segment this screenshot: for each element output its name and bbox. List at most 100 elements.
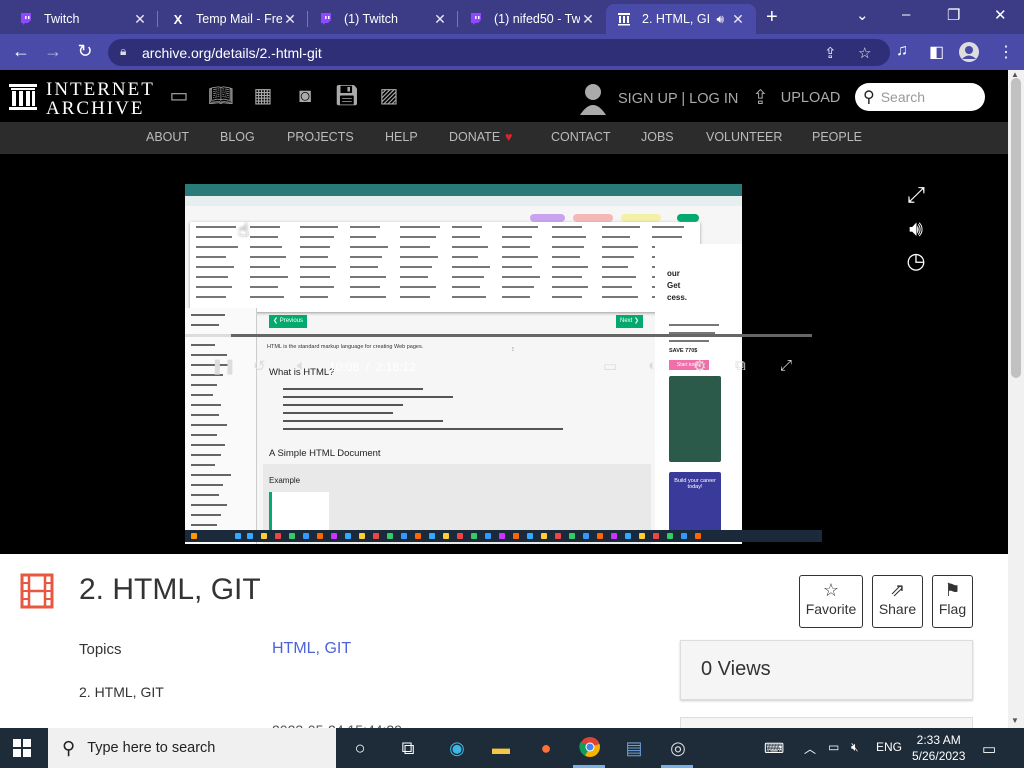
tab-temp-mail[interactable]: X Temp Mail - Fre ✕ xyxy=(160,4,308,34)
firefox-icon[interactable]: ● xyxy=(533,736,559,760)
star-icon: ☆ xyxy=(822,580,840,600)
topics-label: Topics xyxy=(79,641,122,658)
clock-icon[interactable]: ◷ xyxy=(903,248,929,274)
forward-button[interactable]: → xyxy=(42,41,64,62)
nav-volunteer[interactable]: VOLUNTEER xyxy=(706,130,782,144)
share-button[interactable]: ⇗ Share xyxy=(872,575,923,628)
pip-icon[interactable]: ⧉ xyxy=(735,357,746,374)
nav-blog[interactable]: BLOG xyxy=(220,130,255,144)
tab-search-icon[interactable]: ⌄ xyxy=(856,6,869,24)
twitch-icon xyxy=(318,11,334,27)
share-page-icon[interactable]: ⇪ xyxy=(824,44,837,62)
menu-icon[interactable]: ⋮ xyxy=(998,42,1014,62)
edge-icon[interactable]: ◉ xyxy=(444,736,470,760)
tab-twitch-1[interactable]: Twitch ✕ xyxy=(8,4,158,34)
pause-icon[interactable]: ❚❚ xyxy=(211,357,236,375)
nav-people[interactable]: PEOPLE xyxy=(812,130,862,144)
software-icon[interactable]: 💾︎ xyxy=(334,84,360,108)
embedded-ad: our Get cess. SAVE 770$ Start today Build … xyxy=(655,244,742,544)
close-icon[interactable]: ✕ xyxy=(282,11,298,28)
side-panel-icon[interactable]: ◧ xyxy=(929,42,944,62)
tab-twitch-3[interactable]: (1) nifed50 - Tw ✕ xyxy=(458,4,606,34)
close-icon[interactable]: ✕ xyxy=(730,11,746,28)
airplay-icon[interactable]: ▭ xyxy=(603,357,617,375)
bookmark-star-icon[interactable]: ☆ xyxy=(858,44,871,62)
item-description: 2. HTML, GIT xyxy=(79,684,164,700)
chrome-icon[interactable] xyxy=(577,736,603,760)
scrollbar-thumb[interactable] xyxy=(1011,78,1021,378)
signup-login-link[interactable]: SIGN UP | LOG IN xyxy=(580,83,738,115)
images-icon[interactable]: ▨ xyxy=(376,84,402,108)
file-explorer-icon[interactable]: ▬ xyxy=(488,736,514,760)
mute-icon[interactable]: 🔈︎ xyxy=(297,357,306,374)
task-view-icon[interactable]: ⧉ xyxy=(395,736,421,760)
minimize-button[interactable]: – xyxy=(902,6,910,23)
windows-start-icon[interactable] xyxy=(13,739,31,757)
video-progress-bar[interactable] xyxy=(185,334,812,337)
tab-twitch-2[interactable]: (1) Twitch ✕ xyxy=(308,4,458,34)
new-tab-button[interactable]: + xyxy=(766,6,778,29)
ia-header: INTERNET ARCHIVE ▭ 📖︎ ▦ ◙ 💾︎ ▨ SIGN UP |… xyxy=(0,70,1008,122)
texts-icon[interactable]: 📖︎ xyxy=(208,84,234,108)
volume-muted-icon[interactable]: 🔇︎ xyxy=(851,740,859,755)
item-title: 2. HTML, GIT xyxy=(79,573,261,606)
app-window-icon[interactable]: ▤ xyxy=(621,736,647,760)
film-icon xyxy=(20,573,54,609)
upload-icon: ⇪ xyxy=(752,87,769,109)
upload-link[interactable]: ⇪ UPLOAD xyxy=(752,85,840,110)
close-icon[interactable]: ✕ xyxy=(580,11,596,28)
audio-icon[interactable]: ◙ xyxy=(292,84,318,108)
nav-jobs[interactable]: JOBS xyxy=(641,130,674,144)
close-icon[interactable]: ✕ xyxy=(432,11,448,28)
nav-help[interactable]: HELP xyxy=(385,130,418,144)
notification-icon[interactable]: ▭ xyxy=(982,740,996,758)
volume-icon[interactable]: 🔊︎ xyxy=(903,216,929,242)
web-icon[interactable]: ▭ xyxy=(166,84,192,108)
ia-nav: ABOUT BLOG PROJECTS HELP DONATE ♥ CONTAC… xyxy=(0,122,1008,154)
media-control-icon[interactable]: ♫ xyxy=(896,42,908,60)
flag-button[interactable]: ⚑ Flag xyxy=(932,575,973,628)
cortana-icon[interactable]: ○ xyxy=(347,736,373,760)
taskbar-clock[interactable]: 2:33 AM 5/26/2023 xyxy=(912,732,965,764)
scroll-down-icon[interactable]: ▼ xyxy=(1011,716,1019,725)
captions-icon[interactable]: ◐ xyxy=(648,357,657,374)
speaker-icon[interactable]: 🔊︎ xyxy=(716,12,724,27)
tab-archive-active[interactable]: 2. HTML, GI 🔊︎ ✕ xyxy=(606,4,756,34)
video-icon[interactable]: ▦ xyxy=(250,84,276,108)
topics-link[interactable]: HTML, GIT xyxy=(272,640,351,658)
reload-button[interactable]: ↻ xyxy=(74,41,96,62)
page-scrollbar[interactable]: ▲ ▼ xyxy=(1008,70,1024,728)
close-window-button[interactable]: ✕ xyxy=(994,6,1007,24)
language-indicator[interactable]: ENG xyxy=(876,740,902,754)
nav-about[interactable]: ABOUT xyxy=(146,130,189,144)
profile-icon[interactable] xyxy=(959,42,979,67)
nav-donate[interactable]: DONATE xyxy=(449,130,500,144)
item-details: 2. HTML, GIT ☆ Favorite ⇗ Share ⚑ Flag T… xyxy=(0,554,1008,738)
video-progress-fill xyxy=(185,334,231,337)
obs-icon[interactable]: ◎ xyxy=(665,736,691,760)
favorite-button[interactable]: ☆ Favorite xyxy=(799,575,863,628)
keyboard-icon[interactable]: ⌨ xyxy=(764,740,784,757)
back-button[interactable]: ← xyxy=(10,41,32,62)
views-box: 0 Views xyxy=(680,640,973,700)
settings-gear-icon[interactable]: ⚙ xyxy=(693,357,706,375)
views-count: 0 Views xyxy=(701,658,771,680)
embedded-taskbar xyxy=(185,530,822,542)
address-bar[interactable]: 🔒︎ archive.org/details/2.-html-git ⇪ ☆ xyxy=(108,39,890,66)
rewind-10-icon[interactable]: ↺ xyxy=(253,357,266,375)
nav-projects[interactable]: PROJECTS xyxy=(287,130,354,144)
archive-icon xyxy=(616,11,632,27)
fullscreen-icon[interactable]: ⤢ xyxy=(903,182,929,208)
search-input[interactable]: ⚲ Search xyxy=(855,83,985,111)
restore-button[interactable]: ❐ xyxy=(947,6,960,24)
close-icon[interactable]: ✕ xyxy=(132,11,148,28)
nav-contact[interactable]: CONTACT xyxy=(551,130,611,144)
embedded-dropdown-menu xyxy=(190,222,700,312)
tray-chevron-icon[interactable]: ︿ xyxy=(804,740,816,757)
media-type-nav: ▭ 📖︎ ▦ ◙ 💾︎ ▨ xyxy=(166,84,402,108)
taskbar-search-input[interactable]: ⚲ Type here to search xyxy=(48,728,336,768)
player-fullscreen-icon[interactable]: ⤢ xyxy=(780,357,792,374)
archive-logo-icon xyxy=(9,84,37,110)
video-controls: ❚❚ ↺ 🔈︎ 10:08 / 2:18:12 ▭ ◐ ⚙ ⧉ ⤢ xyxy=(185,334,825,375)
network-icon[interactable]: ▭ xyxy=(828,740,839,754)
